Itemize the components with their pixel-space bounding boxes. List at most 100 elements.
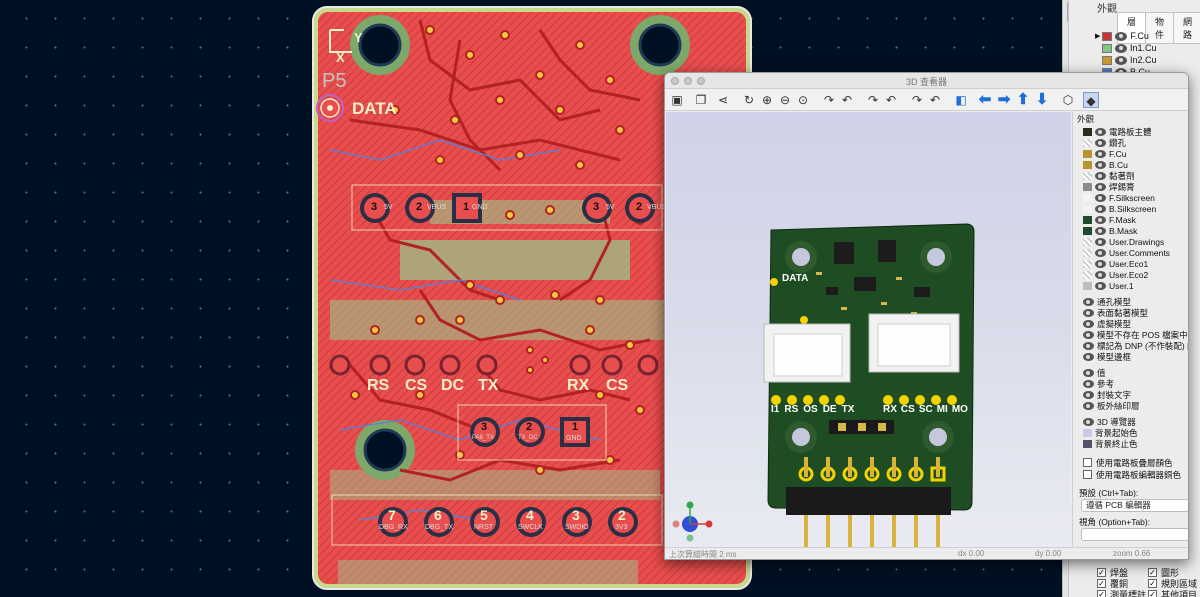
color-swatch[interactable] bbox=[1083, 215, 1092, 224]
appearance-toggle-icon[interactable]: ◆ bbox=[1083, 92, 1099, 108]
model-visibility-row[interactable]: 虛擬模型 bbox=[1083, 318, 1131, 329]
color-swatch[interactable] bbox=[1083, 160, 1092, 169]
appearance-layer-row[interactable]: F.Mask bbox=[1083, 214, 1136, 225]
color-swatch[interactable] bbox=[1102, 55, 1112, 65]
eye-icon[interactable] bbox=[1095, 171, 1106, 180]
misc-visibility-row[interactable]: 板外絲印層 bbox=[1083, 400, 1140, 411]
appearance-layer-row[interactable]: User.Eco2 bbox=[1083, 269, 1148, 280]
checkbox[interactable]: ✓ bbox=[1097, 579, 1106, 588]
eye-icon[interactable] bbox=[1095, 149, 1106, 158]
color-swatch[interactable] bbox=[1102, 31, 1113, 41]
layer-row-fcu[interactable]: ▶ F.Cu bbox=[1095, 30, 1149, 42]
color-swatch[interactable] bbox=[1083, 439, 1092, 448]
misc-visibility-row[interactable]: 封裝文字 bbox=[1083, 389, 1131, 400]
color-swatch[interactable] bbox=[1083, 138, 1092, 147]
rotate-y-ccw-icon[interactable]: ↶ bbox=[883, 92, 899, 108]
eye-icon[interactable] bbox=[1083, 417, 1094, 426]
model-visibility-row[interactable]: 模型不存在 POS 檔案中 bbox=[1083, 329, 1188, 340]
eye-icon[interactable] bbox=[1095, 226, 1106, 235]
model-visibility-row[interactable]: 模型邊框 bbox=[1083, 351, 1131, 362]
color-swatch[interactable] bbox=[1083, 193, 1092, 202]
checkbox[interactable]: ✓ bbox=[1097, 590, 1106, 597]
eye-icon[interactable] bbox=[1095, 237, 1106, 246]
appearance-layer-row[interactable]: F.Cu bbox=[1083, 148, 1126, 159]
eye-icon[interactable] bbox=[1095, 215, 1106, 224]
checkbox[interactable]: ✓ bbox=[1097, 568, 1106, 577]
appearance-layer-row[interactable]: B.Cu bbox=[1083, 159, 1128, 170]
background-color-row[interactable]: 背景起始色 bbox=[1083, 427, 1138, 438]
appearance-layer-row[interactable]: B.Mask bbox=[1083, 225, 1137, 236]
reload-icon[interactable]: ↻ bbox=[741, 92, 757, 108]
eye-icon[interactable] bbox=[1115, 31, 1128, 41]
eye-icon[interactable] bbox=[1095, 127, 1106, 136]
color-swatch[interactable] bbox=[1083, 204, 1092, 213]
appearance-layer-row[interactable]: User.Comments bbox=[1083, 247, 1170, 258]
model-visibility-row[interactable]: 表面黏著模型 bbox=[1083, 307, 1148, 318]
misc-visibility-row[interactable]: 值 bbox=[1083, 367, 1106, 378]
check-dimensions[interactable]: ✓ 測量標註 bbox=[1097, 588, 1146, 597]
color-swatch[interactable] bbox=[1083, 149, 1092, 158]
color-swatch[interactable] bbox=[1083, 270, 1092, 279]
eye-icon[interactable] bbox=[1083, 390, 1094, 399]
checkbox[interactable]: ✓ bbox=[1148, 579, 1157, 588]
flip-board-icon[interactable]: ◧ bbox=[953, 92, 969, 108]
eye-icon[interactable] bbox=[1115, 55, 1127, 65]
rotate-z-ccw-icon[interactable]: ↶ bbox=[927, 92, 943, 108]
eye-icon[interactable] bbox=[1083, 368, 1094, 377]
export-image-icon[interactable]: ▣ bbox=[669, 92, 685, 108]
eye-icon[interactable] bbox=[1115, 43, 1127, 53]
color-swatch[interactable] bbox=[1083, 237, 1092, 246]
appearance-layer-row[interactable]: User.1 bbox=[1083, 280, 1134, 291]
3d-viewport[interactable]: DATA I1 RS OS DE TX RX CS SC MI MO bbox=[666, 112, 1071, 559]
color-swatch[interactable] bbox=[1083, 259, 1092, 268]
checkbox[interactable]: ✓ bbox=[1148, 590, 1157, 597]
eye-icon[interactable] bbox=[1095, 204, 1106, 213]
eye-icon[interactable] bbox=[1083, 330, 1094, 339]
checkbox[interactable] bbox=[1083, 458, 1092, 467]
rotate-y-cw-icon[interactable]: ↷ bbox=[865, 92, 881, 108]
appearance-layer-row[interactable]: F.Silkscreen bbox=[1083, 192, 1155, 203]
eye-icon[interactable] bbox=[1095, 281, 1106, 290]
rotate-z-cw-icon[interactable]: ↷ bbox=[909, 92, 925, 108]
color-swatch[interactable] bbox=[1083, 281, 1092, 290]
eye-icon[interactable] bbox=[1083, 297, 1094, 306]
zoom-in-icon[interactable]: ⊕ bbox=[759, 92, 775, 108]
ortho-view-icon[interactable]: ⬡ bbox=[1060, 92, 1076, 108]
appearance-layer-row[interactable]: User.Eco1 bbox=[1083, 258, 1148, 269]
layer-row-in1cu[interactable]: In1.Cu bbox=[1102, 42, 1157, 54]
rotate-x-cw-icon[interactable]: ↷ bbox=[821, 92, 837, 108]
appearance-layer-row[interactable]: 黏著劑 bbox=[1083, 170, 1135, 181]
eye-icon[interactable] bbox=[1083, 319, 1094, 328]
model-visibility-row[interactable]: 通孔模型 bbox=[1083, 296, 1131, 307]
checkbox[interactable] bbox=[1083, 470, 1092, 479]
appearance-layer-row[interactable]: 焊錫膏 bbox=[1083, 181, 1135, 192]
pan-right-icon[interactable]: ➡ bbox=[996, 92, 1012, 108]
zoom-fit-icon[interactable]: ⊙ bbox=[795, 92, 811, 108]
tab-objects[interactable]: 物件 bbox=[1145, 12, 1175, 44]
view-select[interactable] bbox=[1081, 528, 1188, 541]
eye-icon[interactable] bbox=[1095, 138, 1106, 147]
copy-image-icon[interactable]: ❐ bbox=[693, 92, 709, 108]
raytrace-icon[interactable]: ⋖ bbox=[715, 92, 731, 108]
appearance-layer-row[interactable]: 電路板主體 bbox=[1083, 126, 1152, 137]
rotate-x-ccw-icon[interactable]: ↶ bbox=[839, 92, 855, 108]
eye-icon[interactable] bbox=[1083, 401, 1094, 410]
preset-select[interactable]: 遵循 PCB 編輯器 bbox=[1081, 499, 1188, 512]
appearance-layer-row[interactable]: B.Silkscreen bbox=[1083, 203, 1156, 214]
eye-icon[interactable] bbox=[1095, 270, 1106, 279]
pan-up-icon[interactable]: ⬆ bbox=[1015, 92, 1031, 108]
pan-left-icon[interactable]: ⬅ bbox=[977, 92, 993, 108]
eye-icon[interactable] bbox=[1083, 341, 1094, 350]
color-swatch[interactable] bbox=[1083, 428, 1092, 437]
eye-icon[interactable] bbox=[1095, 259, 1106, 268]
color-swatch[interactable] bbox=[1102, 43, 1112, 53]
color-swatch[interactable] bbox=[1083, 248, 1092, 257]
pan-down-icon[interactable]: ⬇ bbox=[1034, 92, 1050, 108]
checkbox[interactable]: ✓ bbox=[1148, 568, 1157, 577]
eye-icon[interactable] bbox=[1083, 379, 1094, 388]
eye-icon[interactable] bbox=[1095, 248, 1106, 257]
appearance-layer-row[interactable]: User.Drawings bbox=[1083, 236, 1164, 247]
color-swatch[interactable] bbox=[1083, 127, 1092, 136]
zoom-out-icon[interactable]: ⊖ bbox=[777, 92, 793, 108]
eye-icon[interactable] bbox=[1083, 308, 1094, 317]
